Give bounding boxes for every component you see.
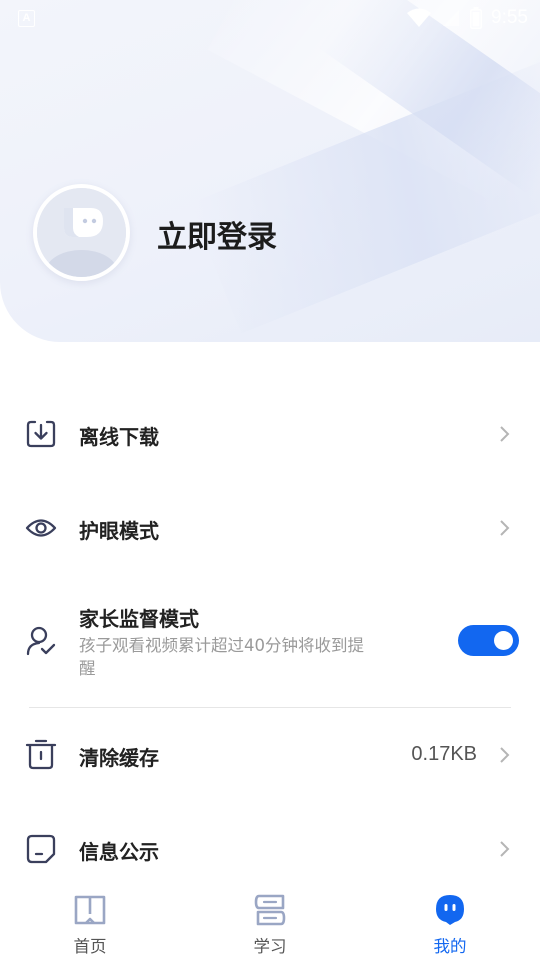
chevron-right-icon	[500, 841, 510, 857]
header-background	[0, 0, 540, 342]
chevron-right-icon	[500, 747, 510, 763]
tab-home[interactable]: 首页	[30, 882, 150, 960]
menu-label: 信息公示	[79, 840, 159, 864]
document-icon	[26, 834, 56, 864]
menu-item-offline-download[interactable]: 离线下载	[0, 412, 540, 456]
trash-icon	[25, 739, 57, 770]
tab-study[interactable]: 学习	[210, 882, 330, 960]
notification-icon: A	[18, 9, 35, 27]
chevron-right-icon	[500, 426, 510, 442]
parent-check-icon	[26, 626, 56, 656]
battery-icon	[470, 7, 483, 29]
wifi-icon	[407, 8, 432, 27]
menu-description: 孩子观看视频累计超过40分钟将收到提醒	[79, 636, 364, 678]
download-box-icon	[26, 420, 56, 448]
menu-item-parental-mode: 家长监督模式 孩子观看视频累计超过40分钟将收到提醒	[0, 598, 540, 688]
chevron-right-icon	[500, 520, 510, 536]
avatar[interactable]	[33, 184, 130, 281]
signal-icon	[443, 10, 460, 26]
toggle-knob	[494, 631, 513, 650]
avatar-placeholder-icon	[37, 188, 126, 277]
menu-label: 离线下载	[79, 425, 159, 449]
menu-label: 护眼模式	[79, 519, 159, 543]
status-bar: A 9:55	[0, 0, 540, 36]
tab-label: 我的	[433, 937, 467, 956]
tab-label: 学习	[253, 937, 287, 956]
study-stack-icon	[254, 894, 286, 926]
book-icon	[74, 895, 106, 925]
bottom-tab-bar: 首页 学习 我的	[0, 882, 540, 960]
eye-icon	[25, 519, 57, 537]
menu-item-info-disclosure[interactable]: 信息公示	[0, 827, 540, 871]
menu-item-clear-cache[interactable]: 清除缓存 0.17KB	[0, 733, 540, 777]
menu-item-eye-care[interactable]: 护眼模式	[0, 506, 540, 550]
cache-size: 0.17KB	[411, 743, 477, 765]
parental-mode-toggle[interactable]	[458, 625, 519, 656]
menu-label: 家长监督模式	[79, 607, 199, 631]
tab-mine[interactable]: 我的	[390, 882, 510, 960]
divider	[29, 707, 511, 708]
tab-label: 首页	[73, 937, 107, 956]
menu-label: 清除缓存	[79, 746, 159, 770]
login-button[interactable]: 立即登录	[157, 212, 277, 256]
clock: 9:55	[491, 7, 528, 28]
mascot-face-icon	[436, 895, 464, 925]
